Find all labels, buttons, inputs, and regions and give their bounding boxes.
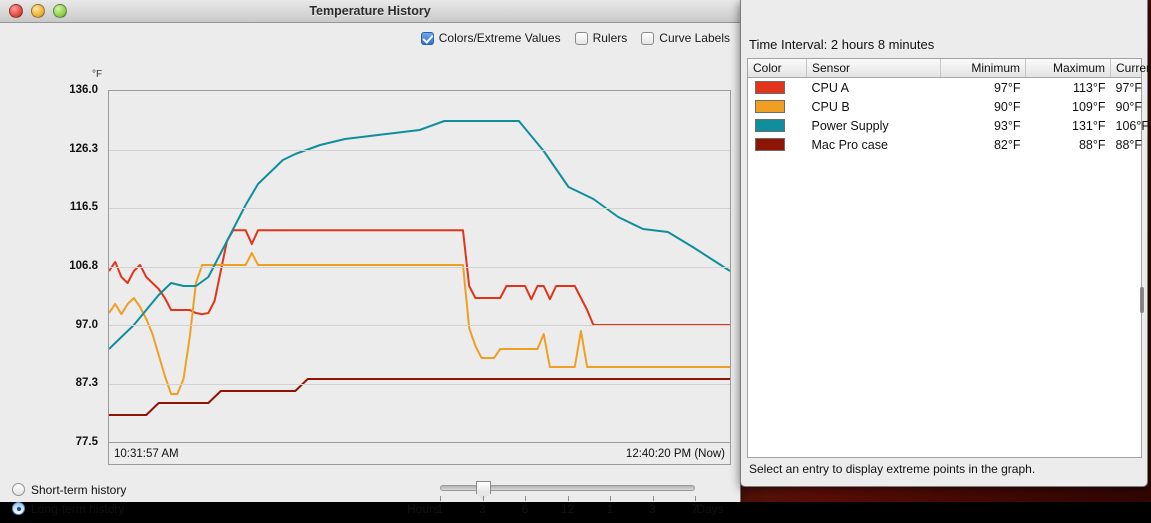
slider-tickmark bbox=[482, 496, 484, 501]
chart-gridline bbox=[109, 149, 730, 151]
time-end-label: 12:40:20 PM (Now) bbox=[625, 447, 725, 460]
sensor-minimum-cell: 82°F bbox=[993, 137, 1021, 152]
column-header-minimum[interactable]: Minimum bbox=[940, 59, 1026, 78]
sensor-name-cell: Power Supply bbox=[811, 118, 889, 133]
slider-tickmark bbox=[610, 496, 611, 501]
sensor-name-cell: CPU B bbox=[811, 99, 850, 114]
window-controls bbox=[0, 4, 67, 18]
slider-thumb[interactable] bbox=[475, 481, 491, 494]
table-row[interactable]: Power Supply 93°F 131°F 106°F bbox=[748, 116, 1150, 135]
slider-left-label: Hours bbox=[406, 502, 440, 516]
table-header-row: Color Sensor Minimum Maximum Current bbox=[748, 59, 1151, 78]
temperature-chart: °F 136.0 126.3 116.5 106.8 97.0 87.3 77.5 10:3… bbox=[0, 23, 741, 465]
color-swatch-icon bbox=[755, 100, 785, 113]
sensor-current-cell: 106°F bbox=[1115, 118, 1150, 133]
sensor-maximum-cell: 131°F bbox=[1072, 118, 1106, 133]
sensor-color-cell bbox=[748, 78, 807, 98]
chart-gridline bbox=[109, 383, 730, 385]
sensor-current-cell: 88°F bbox=[1115, 137, 1143, 152]
sensor-color-cell bbox=[748, 116, 807, 135]
table-row[interactable]: Mac Pro case 82°F 88°F 88°F bbox=[748, 135, 1143, 154]
slider-tickmark bbox=[652, 496, 654, 501]
color-swatch-icon bbox=[755, 81, 785, 94]
slider-tick-label: 3 bbox=[479, 502, 486, 516]
slider-right-label: Days bbox=[696, 502, 724, 516]
temperature-history-window: Temperature History Colors/Extreme Value… bbox=[0, 0, 741, 516]
column-header-maximum[interactable]: Maximum bbox=[1025, 59, 1111, 78]
column-header-sensor[interactable]: Sensor bbox=[806, 59, 941, 78]
radio-short-term-history[interactable]: Short-term history bbox=[12, 480, 126, 499]
chart-series-line bbox=[108, 229, 730, 326]
sensor-minimum-cell: 90°F bbox=[993, 99, 1021, 114]
y-axis-tick-label: 87.3 bbox=[75, 377, 98, 390]
radio-circle-icon[interactable] bbox=[12, 483, 25, 496]
minimize-button[interactable] bbox=[31, 4, 45, 18]
slider-tick-label: 6 bbox=[521, 502, 529, 516]
y-axis-tick-label: 116.5 bbox=[69, 201, 98, 214]
sensor-minimum-cell: 97°F bbox=[993, 80, 1021, 95]
slider-tick-labels: Hours Days 1 3 6 12 1 3 7 bbox=[405, 502, 730, 518]
radio-circle-icon[interactable] bbox=[12, 502, 25, 515]
sensor-maximum-cell: 109°F bbox=[1072, 99, 1106, 114]
time-start-label: 10:31:57 AM bbox=[114, 447, 179, 460]
bottom-controls: Short-term history Long-term history Hou… bbox=[0, 473, 741, 523]
time-range-slider[interactable]: Hours Days 1 3 6 12 1 3 7 bbox=[405, 478, 730, 522]
column-header-current[interactable]: Current bbox=[1110, 59, 1151, 78]
y-axis-tick-label: 136.0 bbox=[69, 84, 98, 96]
slider-tick-label: 7 bbox=[691, 502, 699, 516]
slider-tickmark bbox=[695, 496, 696, 501]
y-axis-labels: 136.0 126.3 116.5 106.8 97.0 87.3 77.5 bbox=[40, 23, 98, 463]
column-header-color[interactable]: Color bbox=[748, 59, 807, 78]
sensor-color-cell bbox=[748, 97, 807, 116]
window-resize-handle[interactable] bbox=[1140, 287, 1144, 313]
slider-tick-label: 3 bbox=[649, 502, 656, 516]
radio-label: Long-term history bbox=[31, 501, 125, 516]
sensor-name-cell: Mac Pro case bbox=[811, 137, 888, 152]
chart-series-line bbox=[108, 252, 730, 395]
sensor-maximum-cell: 113°F bbox=[1072, 80, 1106, 95]
color-swatch-icon bbox=[755, 138, 785, 151]
window-body: Colors/Extreme Values Rulers Curve Label… bbox=[0, 23, 741, 516]
sensor-table-body: CPU A 97°F 113°F 97°F CPU B 90°F 109°F 90°F Powe… bbox=[748, 78, 1150, 155]
chart-gridline bbox=[109, 325, 730, 326]
time-interval-label: Time Interval: 2 hours 8 minutes bbox=[749, 37, 935, 52]
sensor-table: Color Sensor Minimum Maximum Current CPU… bbox=[748, 59, 1151, 155]
slider-tickmark bbox=[440, 496, 441, 501]
y-axis-tick-label: 106.8 bbox=[69, 260, 98, 272]
chart-gridline bbox=[109, 208, 730, 209]
sensor-color-cell bbox=[748, 135, 807, 154]
y-axis-tick-label: 77.5 bbox=[75, 436, 98, 448]
sensor-current-cell: 90°F bbox=[1115, 99, 1143, 114]
window-title: Temperature History bbox=[309, 4, 431, 18]
table-row[interactable]: CPU B 90°F 109°F 90°F bbox=[748, 97, 1143, 116]
slider-tick-label: 1 bbox=[606, 502, 614, 516]
window-titlebar[interactable]: Temperature History bbox=[0, 0, 740, 23]
sensor-minimum-cell: 93°F bbox=[993, 118, 1021, 133]
history-mode-radiogroup: Short-term history Long-term history bbox=[12, 480, 126, 518]
slider-tickmark bbox=[567, 496, 569, 501]
close-button[interactable] bbox=[9, 4, 23, 18]
y-axis-tick-label: 97.0 bbox=[75, 318, 98, 331]
chart-time-axis: 10:31:57 AM 12:40:20 PM (Now) bbox=[108, 443, 731, 465]
table-row[interactable]: CPU A 97°F 113°F 97°F bbox=[748, 78, 1143, 98]
slider-tick-label: 12 bbox=[560, 502, 575, 516]
sensor-table-container[interactable]: Color Sensor Minimum Maximum Current CPU… bbox=[747, 58, 1151, 458]
status-hint-text: Select an entry to display extreme point… bbox=[749, 462, 1036, 476]
chart-plot-area[interactable] bbox=[108, 90, 731, 443]
slider-tick-label: 1 bbox=[436, 502, 444, 516]
y-axis-tick-label: 126.3 bbox=[69, 142, 98, 155]
sensor-name-cell: CPU A bbox=[811, 80, 850, 95]
color-swatch-icon bbox=[755, 119, 785, 132]
slider-tickmark bbox=[525, 496, 526, 501]
sensor-maximum-cell: 88°F bbox=[1078, 137, 1106, 152]
sensor-current-cell: 97°F bbox=[1115, 80, 1143, 95]
sensor-list-window: Time Interval: 2 hours 8 minutes Color S… bbox=[740, 0, 1151, 487]
radio-label: Short-term history bbox=[31, 482, 127, 497]
chart-gridline bbox=[109, 266, 730, 268]
zoom-button[interactable] bbox=[53, 4, 67, 18]
